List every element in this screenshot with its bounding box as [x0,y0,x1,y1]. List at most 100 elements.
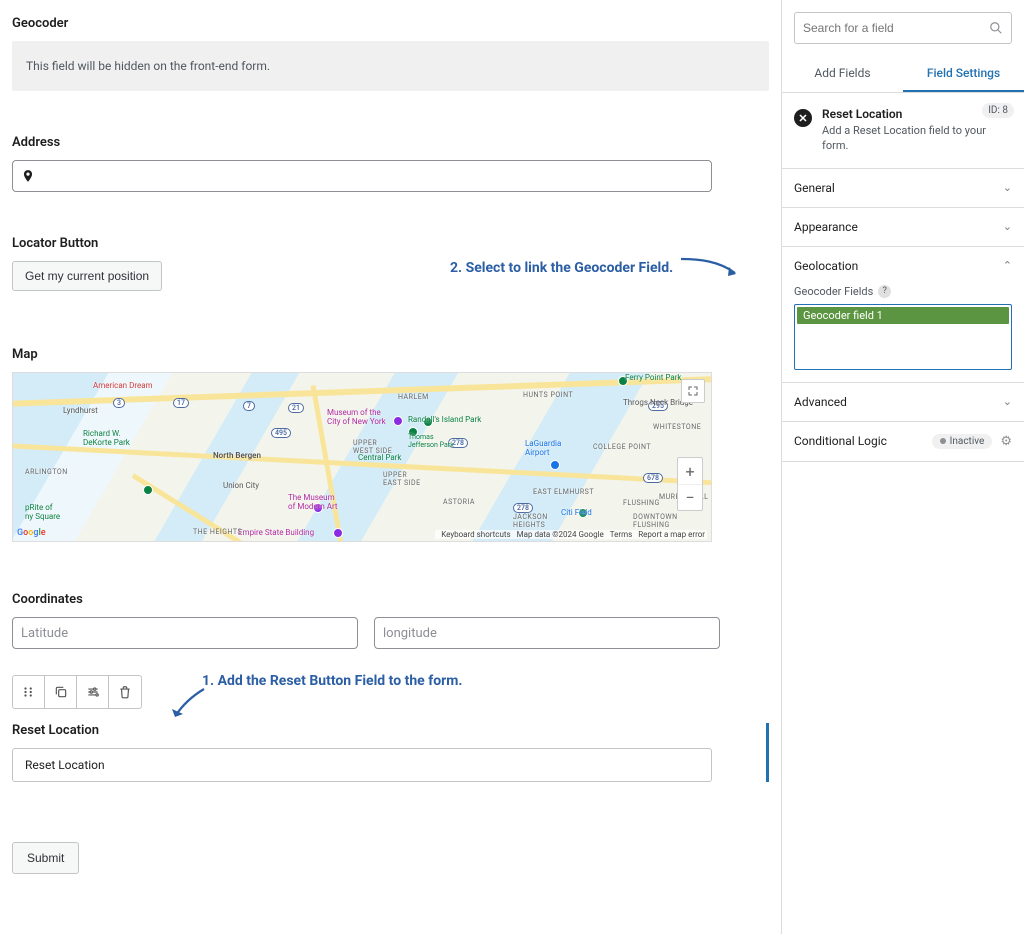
conditional-status-badge: Inactive [932,434,993,449]
route-21-badge: 21 [288,403,304,413]
poi-empire-icon [333,528,343,538]
geocoder-fields-select[interactable]: Geocoder field 1 [794,304,1012,370]
place-ferry: Ferry Point Park [625,373,682,382]
hood-arlington: ARLINGTON [25,468,68,476]
drag-icon [22,685,36,699]
map-canvas[interactable]: 3 17 7 21 495 278 278 295 678 American D… [12,372,712,542]
route-495-badge: 495 [271,428,291,438]
search-field-input[interactable] [794,12,1012,44]
zoom-out-button[interactable]: − [678,484,702,510]
place-museum-ny: Museum of the City of New York [327,408,386,426]
zoom-in-button[interactable]: + [678,458,702,484]
route-17-badge: 17 [173,398,189,408]
field-description: Add a Reset Location field to your form. [822,124,1012,154]
coordinates-label: Coordinates [12,592,769,607]
place-jefferson: Thomas Jefferson Park [408,433,454,449]
chevron-down-icon: ⌄ [1003,395,1012,408]
place-north-bergen: North Bergen [213,451,261,460]
map-attribution: Keyboard shortcuts Map data ©2024 Google… [435,530,707,539]
search-icon [989,21,1003,35]
section-advanced[interactable]: Advanced ⌄ [782,383,1024,421]
field-toolbar [12,675,142,709]
section-advanced-label: Advanced [794,395,847,409]
chevron-down-icon: ⌄ [1003,181,1012,194]
address-input[interactable] [12,160,712,192]
duplicate-button[interactable] [45,676,77,708]
hood-whitestone: WHITESTONE [653,423,701,431]
tab-field-settings[interactable]: Field Settings [903,56,1024,92]
place-moma: The Museum of Modern Art [288,493,337,511]
hood-harlem: HARLEM [398,393,429,401]
place-american-dream: American Dream [93,381,153,390]
sliders-icon [86,685,100,699]
section-appearance[interactable]: Appearance ⌄ [782,208,1024,246]
geocoder-fields-label: Geocoder Fields [794,285,873,298]
place-citi: Citi Field [561,508,592,517]
drag-handle-button[interactable] [13,676,45,708]
chevron-up-icon: ⌃ [1003,259,1012,272]
geocoder-label: Geocoder [12,16,769,31]
hood-elmhurst: EAST ELMHURST [533,488,594,496]
settings-button[interactable] [77,676,109,708]
place-dekorte: Richard W. DeKorte Park [83,429,130,447]
get-position-button[interactable]: Get my current position [12,261,162,291]
hood-jackson: JACKSON HEIGHTS [513,513,548,529]
gear-icon[interactable]: ⚙ [1000,434,1012,449]
search-text-field[interactable] [803,21,989,35]
field-id-badge: ID: 8 [982,103,1014,118]
section-appearance-label: Appearance [794,220,858,234]
field-type-icon: ✕ [794,109,812,127]
latitude-input[interactable]: Latitude [12,617,358,649]
place-empire: Empire State Building [238,528,314,537]
route-3-badge: 3 [113,398,125,408]
fullscreen-icon [687,385,699,397]
delete-button[interactable] [109,676,141,708]
geocoder-hidden-notice: This field will be hidden on the front-e… [12,41,769,91]
hood-downtown-flushing: DOWNTOWN FLUSHING [633,513,678,529]
address-label: Address [12,135,769,150]
map-report-link[interactable]: Report a map error [638,530,705,539]
locator-label: Locator Button [12,236,769,251]
map-zoom-control: + − [677,457,703,511]
hood-hunts: HUNTS POINT [523,391,573,399]
place-union-city: Union City [223,481,259,490]
place-laguardia: LaGuardia Airport [525,439,561,457]
route-678-badge: 678 [643,473,663,483]
annotation-step1: 1. Add the Reset Button Field to the for… [202,673,462,689]
reset-location-label: Reset Location [12,723,760,738]
map-shortcuts-link[interactable]: Keyboard shortcuts [441,530,510,539]
longitude-input[interactable]: longitude [374,617,720,649]
hood-college: COLLEGE POINT [593,443,651,451]
map-fullscreen-button[interactable] [681,379,705,403]
poi-airport-icon [550,460,560,470]
poi-park-icon [143,485,153,495]
route-7-badge: 7 [243,401,255,411]
hood-heights: THE HEIGHTS [193,528,242,536]
address-text-field[interactable] [41,169,703,184]
help-icon[interactable]: ? [878,285,891,298]
submit-button[interactable]: Submit [12,842,79,874]
poi-museum-icon [393,416,403,426]
map-label: Map [12,347,769,362]
hood-astoria: ASTORIA [443,498,475,506]
hood-ues: UPPER EAST SIDE [383,471,421,487]
hood-uws: UPPER WEST SIDE [353,439,392,455]
route-278b-badge: 278 [513,503,533,513]
place-lyndhurst: Lyndhurst [63,406,98,415]
geocoder-field-option[interactable]: Geocoder field 1 [797,307,1009,324]
reset-location-row[interactable]: Reset Location [12,748,712,782]
map-pin-icon [21,169,35,183]
conditional-logic-label: Conditional Logic [794,434,887,448]
google-logo: Google [17,528,46,538]
arrow-icon [170,687,210,721]
section-general[interactable]: General ⌄ [782,169,1024,207]
map-terms-link[interactable]: Terms [610,530,632,539]
place-prite: pRite of ny Square [25,503,60,521]
hood-flushing: FLUSHING [623,499,660,507]
section-general-label: General [794,181,835,195]
chevron-down-icon: ⌄ [1003,220,1012,233]
tab-add-fields[interactable]: Add Fields [782,56,903,92]
section-geolocation[interactable]: Geolocation ⌃ [782,247,1024,285]
section-geolocation-label: Geolocation [794,259,858,273]
map-data-text: Map data ©2024 Google [517,530,604,539]
